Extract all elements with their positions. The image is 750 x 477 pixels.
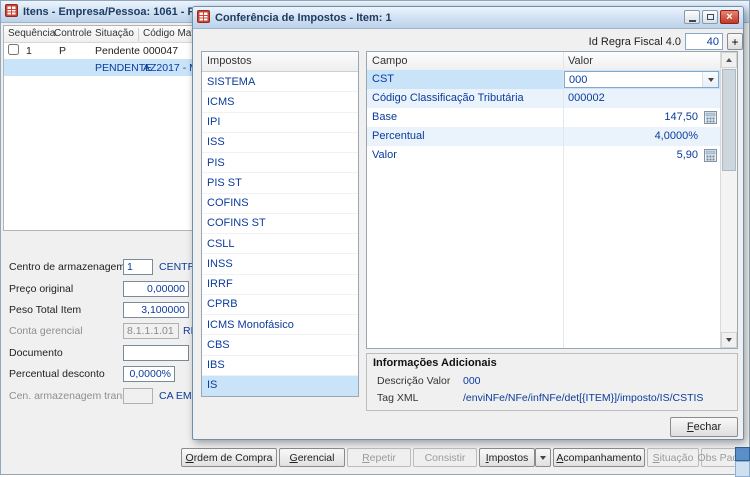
preco-original-label: Preço original [9, 283, 74, 295]
gerencial-button[interactable]: Gerencial [279, 448, 345, 467]
close-icon: × [726, 10, 733, 23]
items-app-icon [5, 3, 18, 20]
column-divider [138, 28, 139, 41]
col-header-sequencia: Sequência [8, 28, 56, 39]
peso-total-input[interactable] [123, 302, 189, 318]
tax-item-iss[interactable]: ISS [202, 133, 358, 153]
percentual-desconto-label: Percentual desconto [9, 368, 105, 380]
grid-row-cst[interactable]: CST 000 [367, 70, 720, 89]
tax-item-pis-st[interactable]: PIS ST [202, 173, 358, 194]
tax-item-cprb[interactable]: CPRB [202, 295, 358, 315]
dialog-titlebar[interactable]: Conferência de Impostos - Item: 1 [193, 7, 743, 29]
fechar-button[interactable]: Fechar [670, 417, 738, 437]
tax-list: Impostos SISTEMA ICMS IPI ISS PIS PIS ST… [201, 51, 359, 397]
peso-total-label: Peso Total Item [9, 304, 82, 316]
grid-column-divider [563, 52, 564, 348]
tax-item-icms-monofasico[interactable]: ICMS Monofásico [202, 315, 358, 336]
cell-codigo: 000047 [143, 45, 179, 57]
ordem-de-compra-button[interactable]: Ordem de Compra [181, 448, 277, 467]
id-regra-fiscal-label: Id Regra Fiscal 4.0 [588, 36, 681, 48]
cst-combobox[interactable]: 000 [564, 71, 719, 88]
cell-situacao: Pendente [95, 45, 140, 57]
conta-gerencial-input [123, 323, 179, 339]
scroll-up-icon [726, 58, 732, 62]
calculator-icon[interactable] [704, 149, 717, 162]
tax-item-pis[interactable]: PIS [202, 153, 358, 174]
impostos-dropdown-button[interactable] [535, 448, 551, 467]
dialog-title: Conferência de Impostos - Item: 1 [215, 11, 392, 24]
scroll-down-icon [726, 338, 732, 342]
tax-item-sistema[interactable]: SISTEMA [202, 72, 358, 93]
acompanhamento-button[interactable]: Acompanhamento [553, 448, 645, 467]
cen-armazenagem-transf-input [123, 388, 153, 404]
tax-item-is[interactable]: IS [202, 375, 358, 396]
descricao-valor-label: Descrição Valor [377, 375, 451, 387]
tax-item-ipi[interactable]: IPI [202, 113, 358, 133]
conta-gerencial-label: Conta gerencial [9, 325, 83, 337]
tag-xml-value: /enviNFe/NFe/infNFe/det[{ITEM}]/imposto/… [463, 392, 704, 404]
campo-column-header: Campo [372, 55, 408, 67]
documento-input[interactable] [123, 345, 189, 361]
tax-list-header: Impostos [202, 52, 358, 72]
preco-original-input[interactable] [123, 281, 189, 297]
add-regra-button[interactable]: + [727, 33, 743, 50]
minimize-button[interactable] [684, 10, 700, 24]
maximize-icon [706, 14, 714, 20]
col-header-controle: Controle [54, 28, 92, 39]
impostos-button[interactable]: Impostos [479, 448, 535, 467]
percentual-desconto-input[interactable] [123, 366, 175, 382]
tax-item-cbs[interactable]: CBS [202, 335, 358, 356]
tax-item-cofins-st[interactable]: COFINS ST [202, 214, 358, 234]
cell-sequencia: 1 [26, 45, 32, 57]
dialog-app-icon [197, 9, 210, 26]
documento-label: Documento [9, 347, 63, 359]
grid-row-percentual[interactable]: Percentual 4,0000% [367, 127, 720, 146]
situacao-button: Situação [647, 448, 699, 467]
window-controls: × [684, 10, 739, 24]
scroll-up-button[interactable] [721, 52, 737, 68]
tax-item-icms[interactable]: ICMS [202, 92, 358, 113]
cell-controle: P [59, 45, 67, 57]
consistir-button: Consistir [413, 448, 477, 467]
minimize-icon [688, 19, 696, 22]
scrollbar-thumb[interactable] [722, 69, 736, 171]
grid-vertical-scrollbar[interactable] [720, 52, 737, 348]
tax-item-cofins[interactable]: COFINS [202, 194, 358, 214]
chevron-down-icon [540, 455, 546, 460]
chevron-down-icon[interactable] [702, 72, 718, 87]
repetir-button: Repetir [347, 448, 411, 467]
background-window-fragment [735, 461, 750, 477]
tax-item-inss[interactable]: INSS [202, 254, 358, 275]
valor-column-header: Valor [568, 55, 593, 67]
grid-row-base[interactable]: Base 147,50 [367, 108, 720, 127]
tax-item-irrf[interactable]: IRRF [202, 275, 358, 295]
id-regra-fiscal-input[interactable] [685, 33, 723, 50]
background-window-fragment [735, 447, 750, 461]
additional-info-group: Informações Adicionais Descrição Valor 0… [366, 353, 738, 411]
centro-armazenagem-label: Centro de armazenagem [9, 261, 126, 273]
fields-grid: Campo Valor CST 000 Código Classificação… [366, 51, 738, 349]
scroll-down-button[interactable] [721, 332, 737, 348]
close-button[interactable]: × [720, 10, 739, 24]
tax-conference-dialog: Conferência de Impostos - Item: 1 × Id R… [192, 6, 744, 440]
grid-row-codigo-classificacao[interactable]: Código Classificação Tributária 000002 [367, 89, 720, 108]
fields-grid-header: Campo Valor [367, 52, 720, 71]
descricao-valor-value: 000 [463, 375, 481, 387]
maximize-button[interactable] [702, 10, 718, 24]
screen: Itens - Empresa/Pessoa: 1061 - Pré Nota:… [0, 0, 750, 477]
tax-item-csll[interactable]: CSLL [202, 234, 358, 255]
row-checkbox[interactable] [8, 44, 19, 55]
cen-armazenagem-transf-label: Cen. armazenagem transf [9, 390, 131, 402]
tax-item-ibs[interactable]: IBS [202, 356, 358, 376]
calculator-icon[interactable] [704, 111, 717, 124]
col-header-situacao: Situação [95, 28, 134, 39]
additional-info-title: Informações Adicionais [373, 357, 497, 369]
tag-xml-label: Tag XML [377, 392, 419, 404]
grid-row-valor[interactable]: Valor 5,90 [367, 146, 720, 165]
centro-armazenagem-input[interactable] [123, 259, 153, 275]
